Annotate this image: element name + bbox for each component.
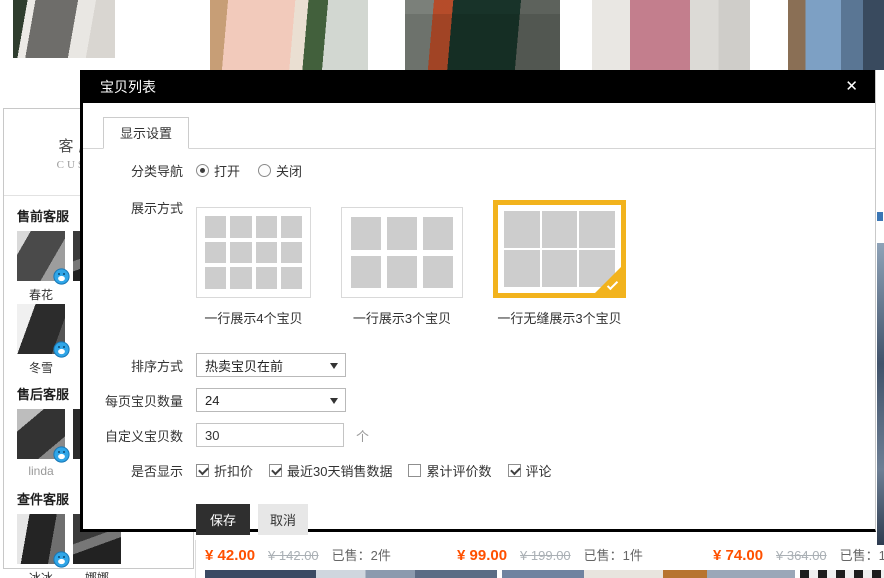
checkbox-comments[interactable]: 评论 [508, 461, 552, 480]
wangwang-chat-icon[interactable] [53, 551, 70, 568]
radio-icon[interactable] [258, 164, 271, 177]
page-link-fragment [877, 212, 883, 221]
field-label: 展示方式 [83, 198, 183, 217]
checkbox-label: 折扣价 [214, 461, 253, 480]
custom-count-row: 自定义宝贝数 个 [83, 423, 875, 447]
price-current: ¥ 74.00 [713, 547, 763, 564]
baby-list-settings-modal: 宝贝列表 ✕ 显示设置 分类导航 打开 关闭 展示方式 [80, 70, 876, 532]
avatar[interactable] [17, 409, 65, 459]
product-photo-1[interactable] [13, 0, 115, 58]
price-original: ¥ 142.00 [268, 548, 319, 563]
field-label: 每页宝贝数量 [83, 391, 183, 410]
save-button[interactable]: 保存 [196, 504, 250, 535]
per-page-row: 每页宝贝数量 24 [83, 388, 875, 412]
product-photo-next-row[interactable] [205, 570, 497, 578]
product-price-row: ¥ 42.00 ¥ 142.00 已售：2件 [205, 545, 391, 564]
modal-header: 宝贝列表 ✕ [83, 70, 875, 103]
custom-count-input[interactable] [196, 423, 344, 447]
sort-row: 排序方式 热卖宝贝在前 [83, 353, 875, 377]
product-photo-next-row[interactable] [800, 570, 884, 578]
show-options-row: 是否显示 折扣价 最近30天销售数据 累计评价数 评论 [83, 461, 875, 480]
product-photo-4[interactable] [592, 0, 750, 70]
unit-label: 个 [356, 426, 369, 445]
checkbox-total-reviews[interactable]: 累计评价数 [408, 461, 491, 480]
product-photo-next-row[interactable] [502, 570, 795, 578]
grid-divider [195, 540, 196, 578]
page: 客服中心 CUSTOMER 售前客服 春花 [0, 0, 884, 578]
sold-count: 已售：1件 [584, 545, 643, 564]
field-label: 排序方式 [83, 356, 183, 375]
selected-corner [595, 267, 621, 293]
display-option-thumbnail[interactable] [196, 207, 311, 298]
wangwang-chat-icon[interactable] [53, 268, 70, 285]
price-original: ¥ 364.00 [776, 548, 827, 563]
field-label: 分类导航 [83, 161, 183, 180]
display-option-label: 一行展示4个宝贝 [196, 308, 311, 327]
radio-label: 关闭 [276, 161, 302, 180]
display-option-3-per-row[interactable]: 一行展示3个宝贝 [341, 207, 463, 327]
radio-label: 打开 [214, 161, 240, 180]
display-option-4-per-row[interactable]: 一行展示4个宝贝 [196, 207, 311, 327]
radio-close[interactable]: 关闭 [258, 161, 302, 180]
sort-select-value: 热卖宝贝在前 [205, 356, 283, 375]
chevron-down-icon [330, 363, 338, 369]
product-price-row: ¥ 99.00 ¥ 199.00 已售：1件 [457, 545, 643, 564]
per-page-select[interactable]: 24 [196, 388, 346, 412]
field-label: 自定义宝贝数 [83, 426, 183, 445]
staff-name: 娜娜 [73, 569, 121, 578]
staff-name: linda [17, 464, 65, 479]
product-price-row: ¥ 74.00 ¥ 364.00 已售：1件 [713, 545, 884, 564]
checkbox-icon[interactable] [508, 464, 521, 477]
staff-name: 冬雪 [17, 359, 65, 374]
checkbox-icon[interactable] [408, 464, 421, 477]
display-option-3-seamless-selected[interactable]: 一行无缝展示3个宝贝 [493, 200, 626, 327]
avatar[interactable] [17, 304, 65, 354]
category-nav-row: 分类导航 打开 关闭 [83, 161, 875, 180]
staff-name: 冰冰 [17, 569, 65, 578]
per-page-select-value: 24 [205, 393, 219, 408]
close-icon[interactable]: ✕ [845, 79, 858, 94]
checkbox-discount-price[interactable]: 折扣价 [196, 461, 253, 480]
field-label: 是否显示 [83, 461, 183, 480]
product-photo-edge [877, 243, 884, 545]
modal-tabbar: 显示设置 [83, 116, 875, 149]
display-option-thumbnail[interactable] [341, 207, 463, 298]
display-option-thumbnail-selected[interactable] [493, 200, 626, 298]
wangwang-chat-icon[interactable] [53, 341, 70, 358]
checkbox-icon[interactable] [196, 464, 209, 477]
price-current: ¥ 42.00 [205, 547, 255, 564]
checkbox-label: 评论 [526, 461, 552, 480]
cancel-button[interactable]: 取消 [258, 504, 308, 535]
chevron-down-icon [330, 398, 338, 404]
sold-count: 已售：2件 [332, 545, 391, 564]
display-option-label: 一行展示3个宝贝 [341, 308, 463, 327]
sold-count: 已售：1件 [840, 545, 884, 564]
checkbox-icon[interactable] [269, 464, 282, 477]
avatar[interactable] [17, 231, 65, 281]
product-photo-5[interactable] [788, 0, 884, 70]
product-photo-2[interactable] [210, 0, 368, 70]
checkbox-label: 累计评价数 [426, 461, 491, 480]
staff-linda[interactable]: linda [17, 409, 65, 479]
wangwang-chat-icon[interactable] [53, 446, 70, 463]
staff-dongxue[interactable]: 冬雪 [17, 304, 65, 374]
avatar[interactable] [17, 514, 65, 564]
modal-title: 宝贝列表 [100, 77, 156, 97]
radio-icon[interactable] [196, 164, 209, 177]
display-option-label: 一行无缝展示3个宝贝 [493, 308, 626, 327]
modal-buttons: 保存 取消 [196, 504, 875, 535]
checkbox-label: 最近30天销售数据 [287, 461, 392, 480]
radio-open[interactable]: 打开 [196, 161, 240, 180]
sort-select[interactable]: 热卖宝贝在前 [196, 353, 346, 377]
display-mode-row: 展示方式 一行展示4个宝贝 一行展示3个宝贝 [83, 196, 875, 327]
product-photo-3[interactable] [405, 0, 560, 70]
price-current: ¥ 99.00 [457, 547, 507, 564]
staff-chunhua[interactable]: 春花 [17, 231, 65, 301]
checkbox-30day-sales[interactable]: 最近30天销售数据 [269, 461, 392, 480]
staff-name: 春花 [17, 286, 65, 301]
display-mode-options: 一行展示4个宝贝 一行展示3个宝贝 一行无缝展示3个宝贝 [196, 200, 656, 327]
price-original: ¥ 199.00 [520, 548, 571, 563]
tab-display-settings[interactable]: 显示设置 [103, 117, 189, 149]
staff-bingbing[interactable]: 冰冰 [17, 514, 65, 578]
